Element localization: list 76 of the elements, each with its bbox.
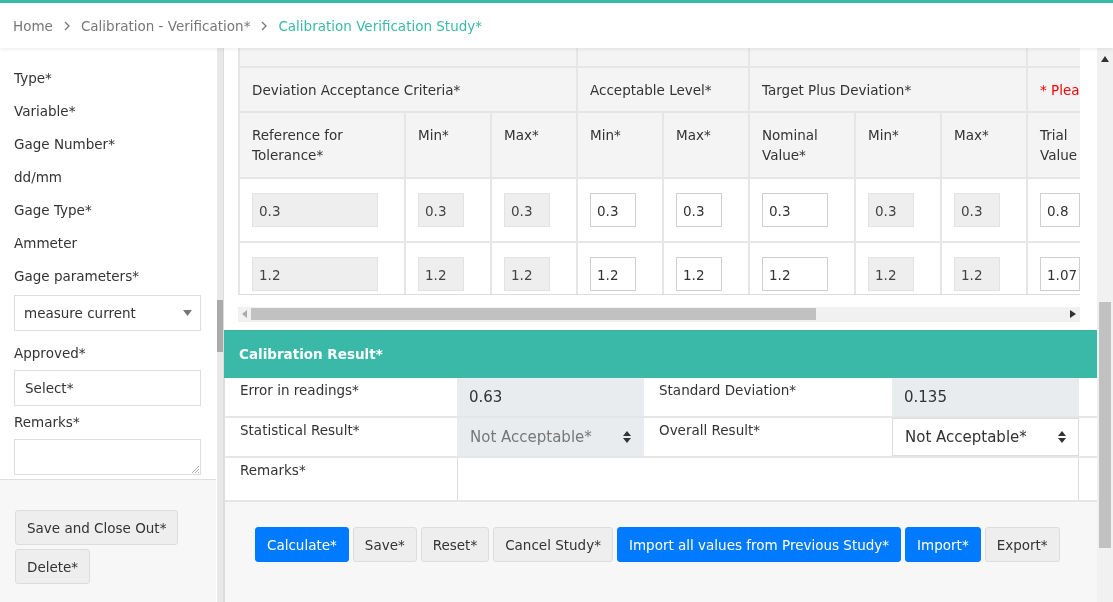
readonly-field: 0.135 — [892, 378, 1079, 416]
column-header: Reference for Tolerance* — [252, 127, 343, 163]
action-button[interactable]: Import* — [905, 527, 981, 562]
action-button[interactable]: Import all values from Previous Study* — [616, 527, 902, 562]
field-label: Remarks* — [240, 462, 306, 478]
column-header: Max* — [676, 127, 711, 143]
column-header: Min* — [590, 127, 621, 143]
scroll-up-icon[interactable] — [1101, 56, 1109, 62]
value-input[interactable]: 1.2 — [762, 257, 828, 291]
value-input[interactable]: 1.2 — [868, 257, 914, 291]
value-input[interactable]: 1.2 — [676, 257, 722, 291]
sort-arrows-icon — [1058, 431, 1066, 443]
column-group-header: * Plea — [1040, 81, 1080, 98]
value-input[interactable]: 0.3 — [418, 193, 464, 227]
column-header: Min* — [418, 127, 449, 143]
section-header: Calibration Result* — [224, 330, 1097, 378]
approval-input[interactable]: Select* — [14, 370, 201, 406]
value-input[interactable]: 0.3 — [590, 193, 636, 227]
readonly-field: 0.63 — [457, 378, 644, 416]
action-button[interactable]: Cancel Study* — [493, 527, 613, 562]
sidebar-button[interactable]: Save and Close Out* — [15, 510, 179, 545]
chevron-right-icon — [62, 20, 71, 31]
breadcrumb-link[interactable]: Calibration - Verification* — [80, 17, 251, 34]
field-label: Standard Deviation* — [659, 382, 797, 398]
field-label: Remarks* — [14, 413, 80, 432]
scroll-left-icon[interactable] — [242, 310, 248, 319]
value-input[interactable]: 1.2 — [252, 257, 378, 291]
breadcrumb-link[interactable]: Home — [13, 17, 53, 34]
action-button[interactable]: Save* — [352, 527, 417, 562]
scroll-right-icon[interactable] — [1070, 310, 1076, 319]
column-header: Trial Value — [1040, 127, 1078, 163]
value-input[interactable]: 0.3 — [676, 193, 722, 227]
result-dropdown[interactable]: Not Acceptable* — [892, 418, 1079, 456]
value-input[interactable]: 1.07 — [1040, 257, 1080, 291]
field-value: dd/mm — [14, 168, 62, 187]
field-value: Ammeter — [14, 234, 77, 253]
column-group-header: Target Plus Deviation* — [762, 81, 912, 98]
field-label: Gage Number* — [14, 135, 115, 154]
action-button[interactable]: Calculate* — [255, 527, 349, 562]
value-input[interactable]: 0.3 — [954, 193, 1000, 227]
value-input[interactable]: 0.3 — [868, 193, 914, 227]
value-input[interactable]: 1.2 — [954, 257, 1000, 291]
field-label: Error in readings* — [240, 382, 359, 398]
remarks-textarea[interactable] — [457, 458, 1079, 500]
parameter-dropdown[interactable]: measure current — [14, 295, 201, 331]
value-input[interactable]: 0.8 — [1040, 193, 1080, 227]
column-header: Max* — [504, 127, 539, 143]
value-input[interactable]: 0.3 — [252, 193, 378, 227]
sidebar-button[interactable]: Delete* — [15, 549, 91, 584]
field-label: Overall Result* — [659, 422, 760, 438]
field-label: Gage Type* — [14, 201, 92, 220]
value-input[interactable]: 1.2 — [504, 257, 550, 291]
field-label: Gage parameters* — [14, 267, 139, 286]
field-label: Statistical Result* — [240, 422, 360, 438]
action-button[interactable]: Export* — [984, 527, 1060, 562]
resize-grip-icon[interactable] — [191, 465, 199, 473]
scrollbar-thumb[interactable] — [217, 300, 223, 352]
field-label: Approved* — [14, 344, 86, 363]
caret-down-icon — [183, 310, 192, 316]
column-group-header: Deviation Acceptance Criteria* — [252, 81, 461, 98]
field-label: Variable* — [14, 102, 76, 121]
horizontal-scrollbar[interactable] — [238, 306, 1080, 322]
value-input[interactable]: 0.3 — [762, 193, 828, 227]
column-header: Min* — [868, 127, 899, 143]
sort-arrows-icon — [623, 431, 631, 443]
column-group-header: Acceptable Level* — [590, 81, 712, 98]
column-header: Nominal Value* — [762, 127, 818, 163]
chevron-right-icon — [260, 20, 269, 31]
column-header: Max* — [954, 127, 989, 143]
remarks-textarea[interactable] — [14, 439, 201, 475]
value-input[interactable]: 1.2 — [418, 257, 464, 291]
value-input[interactable]: 0.3 — [504, 193, 550, 227]
field-label: Type* — [14, 69, 52, 88]
action-button[interactable]: Reset* — [420, 527, 490, 562]
value-input[interactable]: 1.2 — [590, 257, 636, 291]
vertical-scrollbar[interactable] — [1097, 48, 1113, 602]
